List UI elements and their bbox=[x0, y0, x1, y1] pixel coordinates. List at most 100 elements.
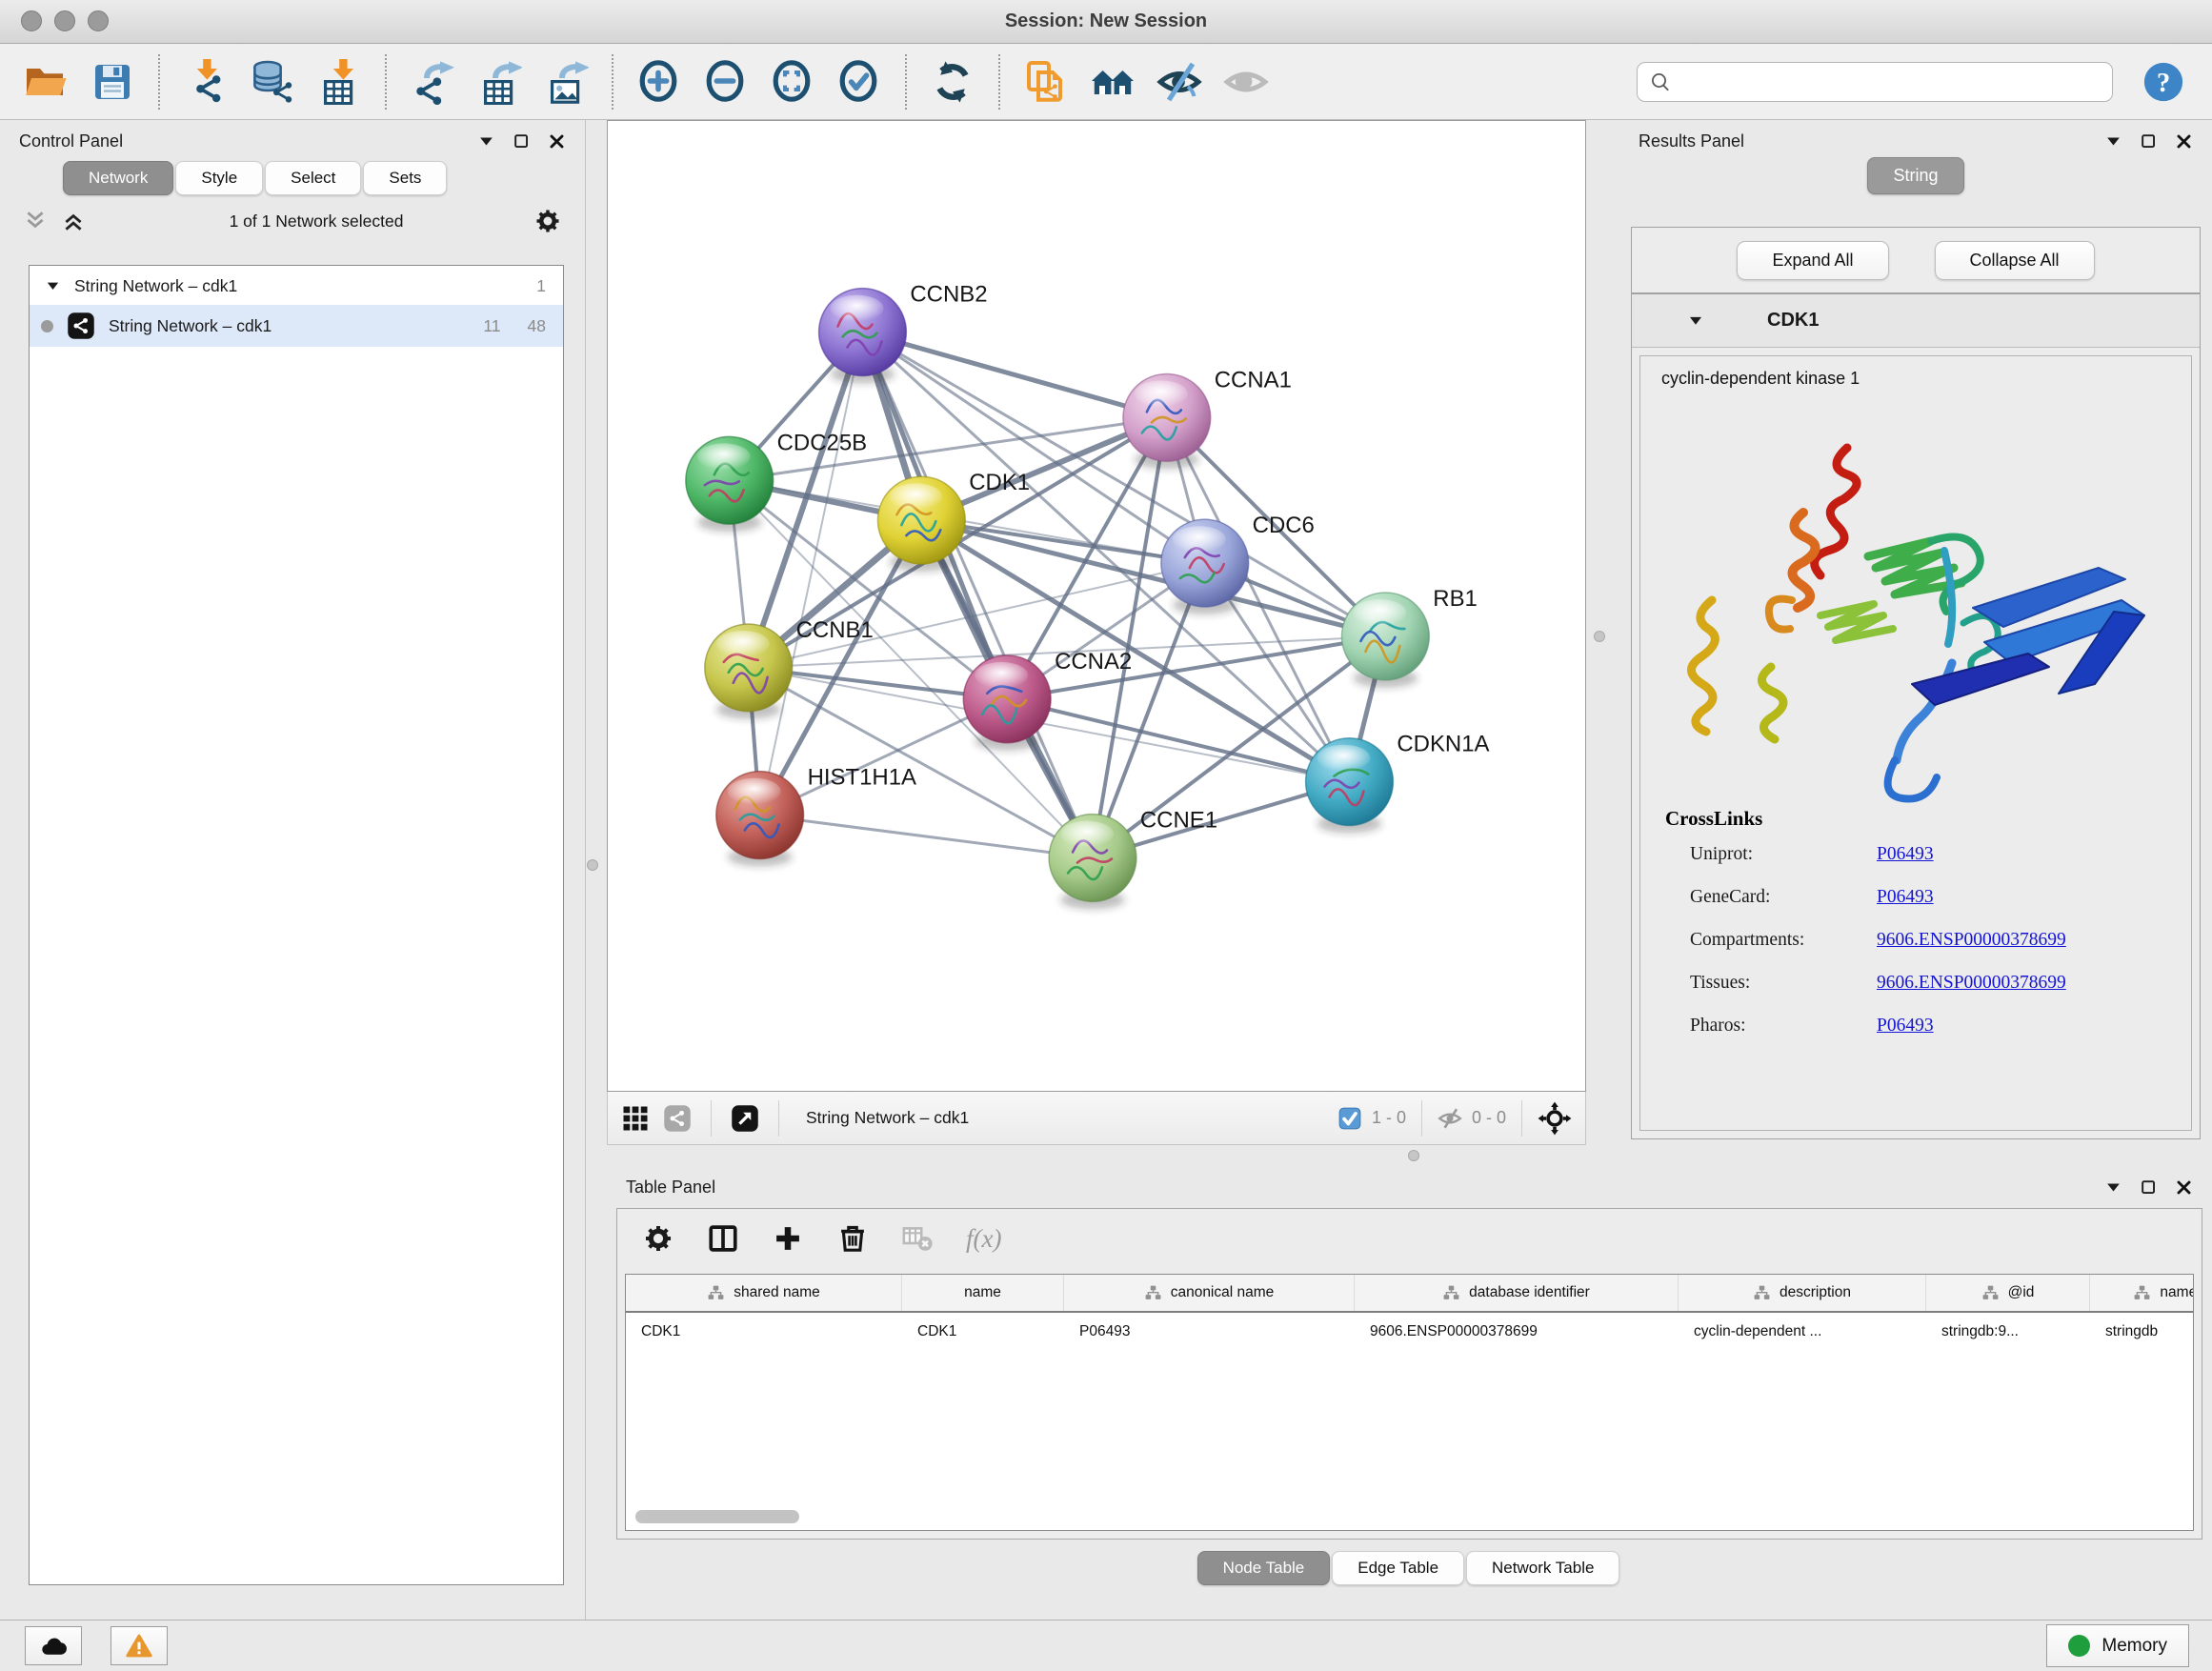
panel-menu-icon[interactable] bbox=[477, 132, 495, 151]
import-table-icon[interactable] bbox=[312, 55, 366, 109]
node-table[interactable]: shared namenamecanonical namedatabase id… bbox=[625, 1274, 2194, 1531]
network-graph[interactable]: CCNB2 CCNA1 CDC25B CDK1 CDC6 bbox=[608, 121, 1585, 1091]
table-cell[interactable]: P06493 bbox=[1064, 1313, 1355, 1351]
tab-network[interactable]: Network bbox=[63, 161, 173, 195]
network-row-selected[interactable]: String Network – cdk1 11 48 bbox=[30, 305, 563, 347]
table-cell[interactable]: stringdb bbox=[2090, 1313, 2194, 1351]
hidden-elements-icon[interactable] bbox=[1438, 1106, 1462, 1131]
copy-icon[interactable] bbox=[1019, 55, 1073, 109]
export-network-icon[interactable] bbox=[406, 55, 459, 109]
table-settings-icon[interactable] bbox=[642, 1222, 674, 1255]
close-panel-icon[interactable] bbox=[2175, 132, 2193, 151]
node-count: 11 bbox=[483, 316, 500, 336]
hide-panel-icon[interactable] bbox=[1153, 55, 1206, 109]
close-panel-icon[interactable] bbox=[548, 132, 566, 151]
column-header-name[interactable]: name bbox=[902, 1275, 1064, 1311]
export-table-icon[interactable] bbox=[473, 55, 526, 109]
selected-checkbox-icon[interactable] bbox=[1337, 1106, 1362, 1131]
expand-all-icon[interactable] bbox=[61, 209, 86, 233]
open-icon[interactable] bbox=[19, 55, 72, 109]
tab-style[interactable]: Style bbox=[175, 161, 263, 195]
search-input[interactable] bbox=[1679, 72, 2101, 91]
minimize-window-icon[interactable] bbox=[54, 10, 75, 31]
tab-network-table[interactable]: Network Table bbox=[1466, 1551, 1619, 1585]
panel-menu-icon[interactable] bbox=[2104, 1178, 2122, 1197]
column-header-database-identifier[interactable]: database identifier bbox=[1355, 1275, 1679, 1311]
delete-column-icon[interactable] bbox=[836, 1222, 869, 1255]
zoom-selected-icon[interactable] bbox=[833, 55, 886, 109]
right-splitter-handle[interactable] bbox=[1594, 631, 1605, 642]
protein-section-header[interactable]: CDK1 bbox=[1632, 294, 2200, 348]
table-row[interactable]: CDK1CDK1P064939606.ENSP00000378699cyclin… bbox=[626, 1313, 2193, 1351]
float-panel-icon[interactable] bbox=[2140, 132, 2158, 151]
refresh-layout-icon[interactable] bbox=[926, 55, 979, 109]
panel-menu-icon[interactable] bbox=[2104, 132, 2122, 151]
node-CDK1[interactable]: CDK1 bbox=[877, 470, 1030, 572]
tab-select[interactable]: Select bbox=[265, 161, 361, 195]
table-cell[interactable]: 9606.ENSP00000378699 bbox=[1355, 1313, 1679, 1351]
float-panel-icon[interactable] bbox=[513, 132, 531, 151]
table-cell[interactable]: stringdb:9... bbox=[1926, 1313, 2090, 1351]
help-button[interactable]: ? bbox=[2142, 60, 2185, 104]
home-icon[interactable] bbox=[1086, 55, 1139, 109]
float-panel-icon[interactable] bbox=[2140, 1178, 2158, 1197]
table-cell[interactable]: CDK1 bbox=[626, 1313, 902, 1351]
zoom-in-icon[interactable] bbox=[633, 55, 686, 109]
column-header-namespace[interactable]: namespace bbox=[2090, 1275, 2194, 1311]
fit-selection-icon[interactable] bbox=[1538, 1101, 1572, 1136]
left-splitter-handle[interactable] bbox=[587, 859, 598, 871]
node-CCNE1[interactable]: CCNE1 bbox=[1049, 808, 1217, 910]
warnings-button[interactable] bbox=[111, 1626, 168, 1665]
birdseye-view-icon[interactable] bbox=[731, 1104, 759, 1133]
cloud-status-button[interactable] bbox=[25, 1626, 82, 1665]
network-canvas[interactable]: CCNB2 CCNA1 CDC25B CDK1 CDC6 bbox=[607, 120, 1586, 1092]
collapse-all-icon[interactable] bbox=[23, 209, 48, 233]
network-collection-row[interactable]: String Network – cdk1 1 bbox=[30, 266, 563, 305]
import-database-icon[interactable] bbox=[246, 55, 299, 109]
close-window-icon[interactable] bbox=[21, 10, 42, 31]
horizontal-scrollbar[interactable] bbox=[635, 1510, 799, 1523]
node-CCNA1[interactable]: CCNA1 bbox=[1123, 367, 1292, 469]
table-cell[interactable]: CDK1 bbox=[902, 1313, 1064, 1351]
memory-button[interactable]: Memory bbox=[2046, 1624, 2189, 1667]
node-CDKN1A[interactable]: CDKN1A bbox=[1306, 732, 1490, 834]
node-HIST1H1A[interactable]: HIST1H1A bbox=[716, 765, 916, 867]
triangle-down-icon[interactable] bbox=[1687, 312, 1704, 330]
collapse-all-button[interactable]: Collapse All bbox=[1935, 241, 2095, 280]
crosslink-link[interactable]: 9606.ENSP00000378699 bbox=[1877, 930, 2182, 951]
gear-icon[interactable] bbox=[533, 207, 562, 235]
column-header-shared-name[interactable]: shared name bbox=[626, 1275, 902, 1311]
save-icon[interactable] bbox=[86, 55, 139, 109]
node-RB1[interactable]: RB1 bbox=[1341, 586, 1477, 688]
edge-CDK1-RB1[interactable] bbox=[921, 520, 1385, 636]
edge-CCNA2-CDKN1A[interactable] bbox=[1007, 699, 1349, 782]
zoom-out-icon[interactable] bbox=[699, 55, 753, 109]
crosslink-link[interactable]: P06493 bbox=[1877, 887, 2182, 908]
tab-node-table[interactable]: Node Table bbox=[1197, 1551, 1331, 1585]
tab-string[interactable]: String bbox=[1867, 157, 1963, 194]
column-header-canonical-name[interactable]: canonical name bbox=[1064, 1275, 1355, 1311]
table-cell[interactable]: cyclin-dependent ... bbox=[1679, 1313, 1926, 1351]
crosslink-link[interactable]: P06493 bbox=[1877, 1016, 2182, 1037]
horizontal-splitter-handle[interactable] bbox=[1408, 1150, 1419, 1161]
maximize-window-icon[interactable] bbox=[88, 10, 109, 31]
tab-edge-table[interactable]: Edge Table bbox=[1332, 1551, 1464, 1585]
crosslink-link[interactable]: 9606.ENSP00000378699 bbox=[1877, 973, 2182, 994]
window-traffic-lights[interactable] bbox=[21, 10, 109, 31]
grid-view-icon[interactable] bbox=[621, 1104, 650, 1133]
tab-sets[interactable]: Sets bbox=[363, 161, 447, 195]
column-header--id[interactable]: @id bbox=[1926, 1275, 2090, 1311]
zoom-fit-icon[interactable] bbox=[766, 55, 819, 109]
export-image-icon[interactable] bbox=[539, 55, 593, 109]
show-columns-icon[interactable] bbox=[707, 1222, 739, 1255]
column-header-description[interactable]: description bbox=[1679, 1275, 1926, 1311]
import-network-icon[interactable] bbox=[179, 55, 232, 109]
expand-all-button[interactable]: Expand All bbox=[1737, 241, 1888, 280]
network-view-icon[interactable] bbox=[663, 1104, 692, 1133]
search-box[interactable] bbox=[1637, 62, 2113, 102]
triangle-down-icon[interactable] bbox=[45, 278, 61, 294]
close-panel-icon[interactable] bbox=[2175, 1178, 2193, 1197]
add-column-icon[interactable] bbox=[772, 1222, 804, 1255]
edge-HIST1H1A-CCNE1[interactable] bbox=[760, 815, 1093, 858]
crosslink-link[interactable]: P06493 bbox=[1877, 844, 2182, 865]
